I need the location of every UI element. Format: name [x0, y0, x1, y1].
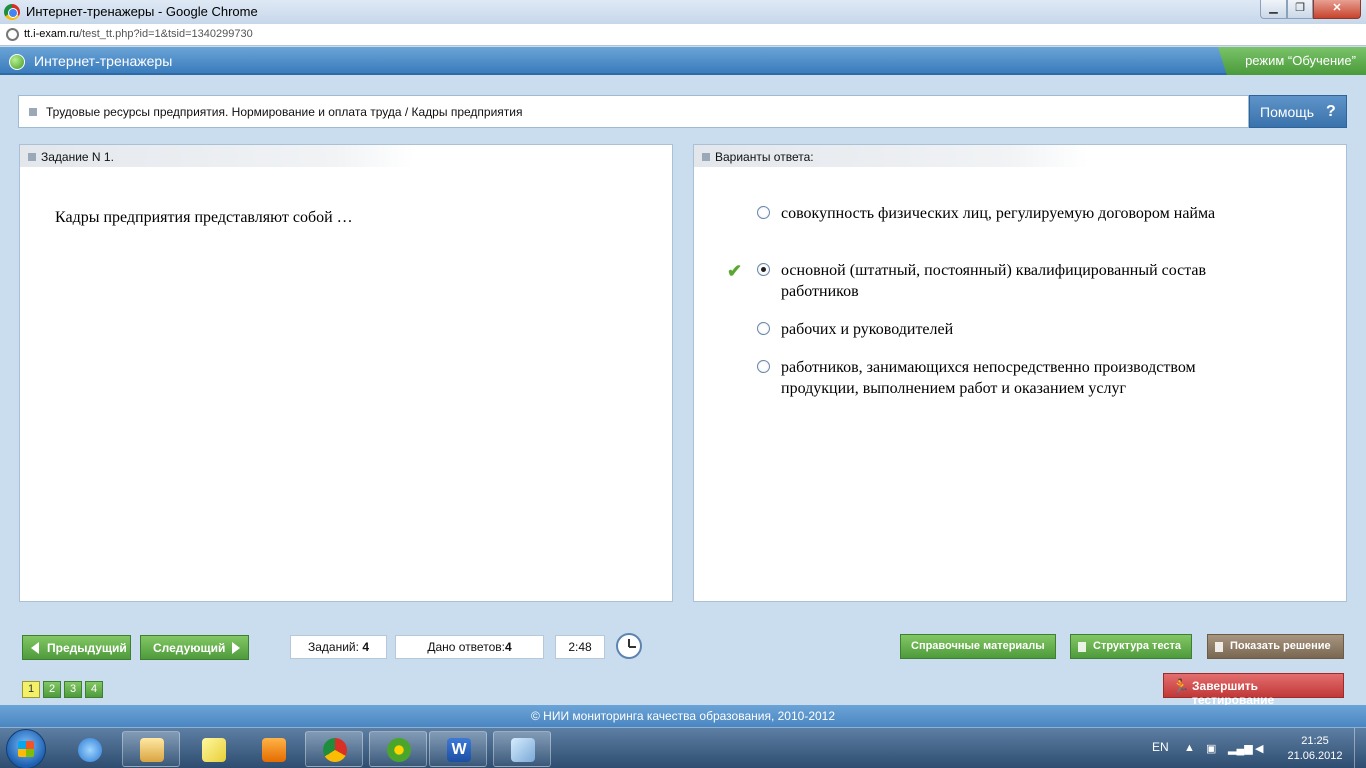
start-button[interactable]: [6, 729, 46, 768]
window-title: Интернет-тренажеры - Google Chrome: [26, 4, 258, 19]
prev-button[interactable]: Предыдущий: [22, 635, 131, 660]
next-button[interactable]: Следующий: [140, 635, 249, 660]
running-man-icon: 🏃: [1172, 678, 1190, 694]
close-window-button[interactable]: ✕: [1313, 0, 1361, 19]
taskbar-ie[interactable]: [60, 731, 118, 767]
page-number[interactable]: 3: [64, 681, 82, 698]
radio-button[interactable]: [757, 322, 770, 335]
url-host: tt.i-exam.ru: [24, 28, 80, 40]
tray-time: 21:25: [1301, 735, 1329, 747]
test-structure-button[interactable]: Структура теста: [1070, 634, 1192, 659]
sticky-notes-icon: [202, 738, 226, 762]
mode-badge: режим “Обучение”: [1218, 47, 1366, 75]
url-text[interactable]: tt.i-exam.ru/test_tt.php?id=1&tsid=13402…: [24, 28, 253, 40]
answers-panel-header: Варианты ответа:: [694, 145, 1088, 167]
help-button[interactable]: Помощь ?: [1249, 95, 1347, 128]
help-label: Помощь: [1260, 104, 1315, 120]
url-path: /test_tt.php?id=1&tsid=1340299730: [79, 28, 253, 40]
book-icon: [1215, 642, 1223, 652]
show-solution-button[interactable]: Показать решение: [1207, 634, 1344, 659]
tray-date: 21.06.2012: [1287, 750, 1343, 762]
tasks-count-label: Заданий:: [308, 640, 359, 654]
app-title: Интернет-тренажеры: [34, 53, 173, 69]
icq-flower-icon: [387, 738, 411, 762]
next-label: Следующий: [153, 641, 226, 655]
taskbar-word[interactable]: W: [429, 731, 487, 767]
answers-count-label: Дано ответов:: [427, 640, 505, 654]
tasks-count-value: 4: [362, 640, 369, 654]
maximize-button[interactable]: ❐: [1287, 0, 1313, 19]
answers-header-label: Варианты ответа:: [715, 150, 814, 164]
task-header-label: Задание N 1.: [41, 150, 114, 164]
question-text: Кадры предприятия представляют собой …: [55, 209, 353, 226]
taskbar-media-player[interactable]: [244, 731, 302, 767]
chrome-icon: [323, 738, 347, 762]
finish-test-button[interactable]: 🏃 Завершить тестирование: [1163, 673, 1344, 707]
answer-option-text: совокупность физических лиц, регулируему…: [781, 205, 1216, 222]
radio-button-selected[interactable]: [757, 263, 770, 276]
notepad-icon: [511, 738, 535, 762]
tray-clock[interactable]: 21:25 21.06.2012: [1280, 734, 1350, 764]
test-structure-label: Структура теста: [1093, 640, 1182, 652]
tasks-count-box: Заданий: 4: [290, 635, 387, 659]
answer-option-text: рабочих и руководителей: [781, 321, 954, 338]
taskbar-sticky-notes[interactable]: [184, 731, 242, 767]
reference-materials-button[interactable]: Справочные материалы: [900, 634, 1056, 659]
network-error-icon[interactable]: ▣: [1206, 742, 1216, 755]
list-icon: [1078, 642, 1086, 652]
answer-option-text: основной (штатный, постоянный) квалифици…: [781, 262, 1207, 300]
taskbar: W EN ▲ ▣ ▂▄▆ ◀ 21:25 21.06.2012: [0, 727, 1366, 768]
footer-copyright: © НИИ мониторинга качества образования, …: [0, 705, 1366, 727]
address-bar[interactable]: tt.i-exam.ru/test_tt.php?id=1&tsid=13402…: [0, 24, 1366, 46]
tray-expand-icon[interactable]: ▲: [1184, 742, 1195, 754]
page-icon: [6, 28, 19, 41]
task-panel: Задание N 1. Кадры предприятия представл…: [19, 144, 673, 602]
chrome-logo-icon: [4, 4, 20, 20]
app-header: Интернет-тренажеры режим “Обучение”: [0, 47, 1366, 75]
answers-count-value: 4: [504, 640, 512, 654]
answers-panel: Варианты ответа: ✔ совокупность физическ…: [693, 144, 1347, 602]
page-number[interactable]: 4: [85, 681, 103, 698]
task-panel-header: Задание N 1.: [20, 145, 414, 167]
finish-test-label: Завершить тестирование: [1192, 679, 1275, 707]
square-bullet-icon: [702, 153, 710, 161]
radio-button[interactable]: [757, 206, 770, 219]
breadcrumb-text: Трудовые ресурсы предприятия. Нормирован…: [46, 105, 523, 119]
radio-button[interactable]: [757, 360, 770, 373]
window-titlebar: Интернет-тренажеры - Google Chrome ▁ ❐ ✕: [0, 0, 1366, 24]
square-bullet-icon: [28, 153, 36, 161]
correct-checkmark-icon: ✔: [727, 261, 743, 281]
taskbar-explorer[interactable]: [122, 731, 180, 767]
page-number-current[interactable]: 1: [22, 681, 40, 698]
minimize-button[interactable]: ▁: [1260, 0, 1287, 19]
language-indicator[interactable]: EN: [1152, 740, 1169, 754]
taskbar-chrome[interactable]: [305, 731, 363, 767]
word-icon: W: [447, 738, 471, 762]
taskbar-notepad[interactable]: [493, 731, 551, 767]
arrow-right-icon: [232, 642, 240, 654]
page-number[interactable]: 2: [43, 681, 61, 698]
reference-materials-label: Справочные материалы: [911, 640, 1045, 652]
answer-option-text: работников, занимающихся непосредственно…: [781, 359, 1196, 397]
timer-display: 2:48: [555, 635, 605, 659]
media-player-icon: [262, 738, 286, 762]
signal-bars-icon[interactable]: ▂▄▆: [1228, 742, 1253, 755]
question-mark-icon: ?: [1326, 103, 1336, 120]
folder-icon: [140, 738, 164, 762]
answers-count-box: Дано ответов:4: [395, 635, 544, 659]
breadcrumb: Трудовые ресурсы предприятия. Нормирован…: [18, 95, 1249, 128]
arrow-left-icon: [31, 642, 39, 654]
globe-icon: [9, 54, 25, 70]
internet-explorer-icon: [78, 738, 102, 762]
taskbar-icq[interactable]: [369, 731, 427, 767]
prev-label: Предыдущий: [47, 641, 127, 655]
clock-icon: [616, 633, 642, 659]
volume-icon[interactable]: ◀: [1255, 742, 1263, 755]
show-solution-label: Показать решение: [1230, 640, 1331, 652]
square-bullet-icon: [29, 108, 37, 116]
show-desktop-button[interactable]: [1354, 728, 1366, 768]
